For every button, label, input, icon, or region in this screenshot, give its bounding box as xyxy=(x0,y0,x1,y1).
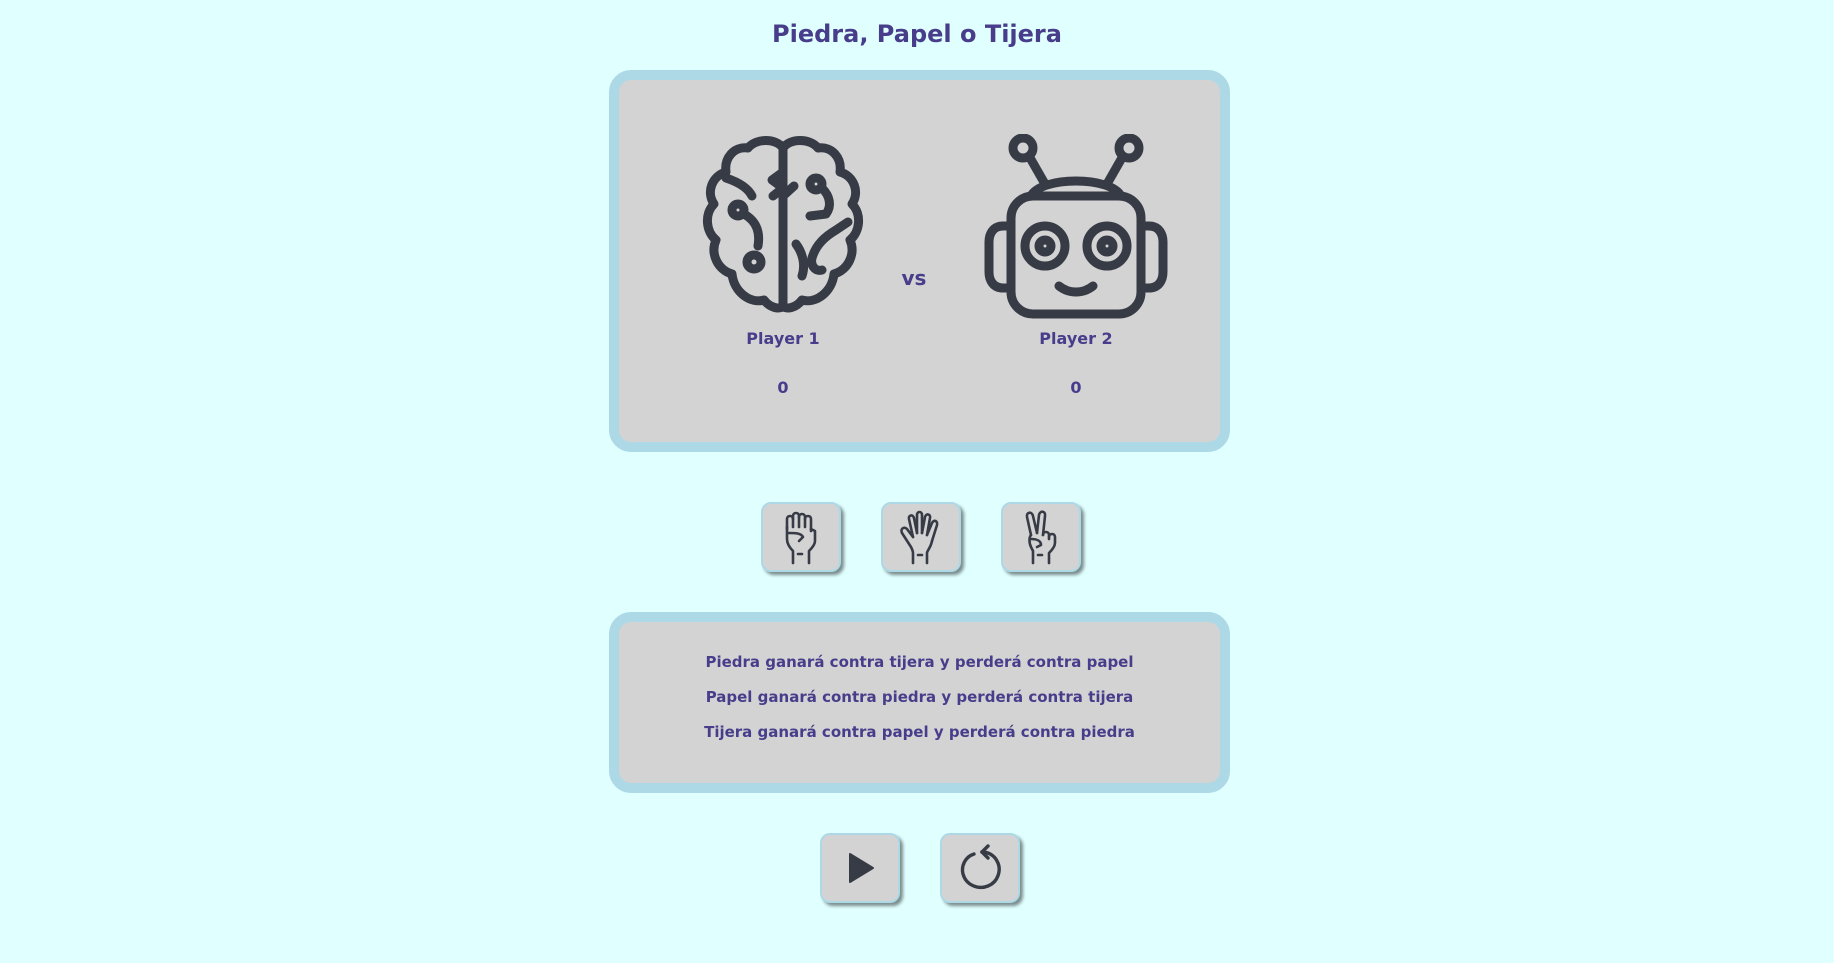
rule-paper: Papel ganará contra piedra y perderá con… xyxy=(705,688,1134,706)
player-1: Player 1 0 xyxy=(678,134,888,397)
play-button[interactable] xyxy=(820,833,900,903)
rules-panel: Piedra ganará contra tijera y perderá co… xyxy=(609,612,1230,793)
reset-button[interactable] xyxy=(940,833,1020,903)
player-2-name: Player 2 xyxy=(1039,329,1113,348)
page-title: Piedra, Papel o Tijera xyxy=(772,20,1062,48)
player-2: Player 2 0 xyxy=(971,134,1181,397)
rule-rock: Piedra ganará contra tijera y perderá co… xyxy=(705,653,1134,671)
rock-button[interactable] xyxy=(761,502,841,572)
reset-icon xyxy=(960,844,1001,890)
player-1-score: 0 xyxy=(777,378,789,397)
play-icon xyxy=(849,853,874,883)
game-page: Piedra, Papel o Tijera Player 1 0 vs Pla… xyxy=(0,0,1834,963)
player-2-score: 0 xyxy=(1070,378,1082,397)
fist-icon xyxy=(785,511,817,565)
robot-icon xyxy=(984,134,1168,319)
versus-label: vs xyxy=(901,266,927,290)
open-hand-icon xyxy=(900,510,939,565)
paper-button[interactable] xyxy=(881,502,961,572)
scoreboard-panel: Player 1 0 vs Player 2 0 xyxy=(609,70,1230,452)
brain-icon xyxy=(703,136,863,313)
victory-hand-icon xyxy=(1025,510,1057,565)
scissors-button[interactable] xyxy=(1001,502,1081,572)
rule-scissors: Tijera ganará contra papel y perderá con… xyxy=(704,723,1135,741)
player-1-name: Player 1 xyxy=(746,329,820,348)
